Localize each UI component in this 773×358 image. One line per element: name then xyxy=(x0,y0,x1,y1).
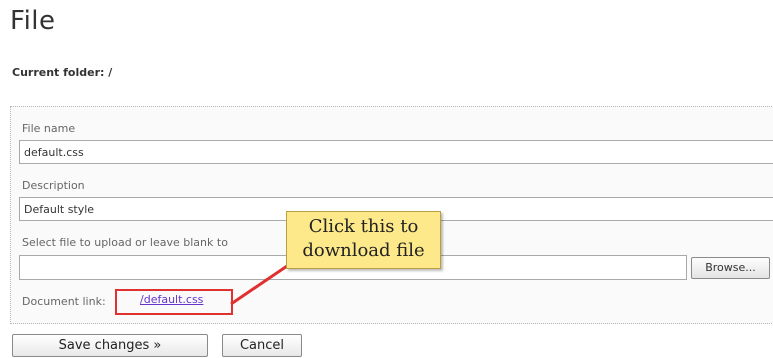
file-name-input[interactable] xyxy=(19,140,773,164)
description-label: Description xyxy=(22,179,85,192)
file-name-label: File name xyxy=(22,122,76,135)
callout-line-2: download file xyxy=(302,240,425,261)
current-folder: Current folder: / xyxy=(12,66,113,79)
cancel-button[interactable]: Cancel xyxy=(222,334,302,357)
document-link-label: Document link: xyxy=(22,295,106,308)
page-title: File xyxy=(10,6,56,36)
save-changes-button[interactable]: Save changes » xyxy=(12,334,208,357)
callout-line-1: Click this to xyxy=(308,216,419,237)
upload-label: Select file to upload or leave blank to xyxy=(22,236,228,249)
document-link-highlight xyxy=(115,289,233,315)
callout-note: Click this to download file xyxy=(286,211,441,269)
browse-button[interactable]: Browse... xyxy=(691,257,770,279)
